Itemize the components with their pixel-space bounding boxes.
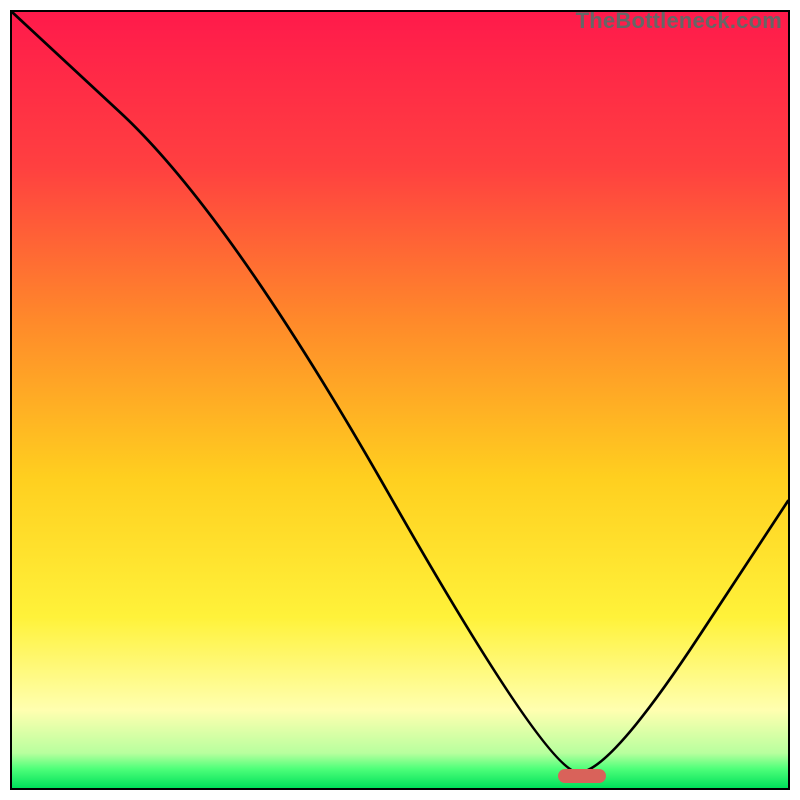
bottleneck-curve (12, 12, 788, 788)
optimal-marker (558, 769, 606, 783)
plot-frame: TheBottleneck.com (10, 10, 790, 790)
watermark-text: TheBottleneck.com (576, 8, 782, 34)
